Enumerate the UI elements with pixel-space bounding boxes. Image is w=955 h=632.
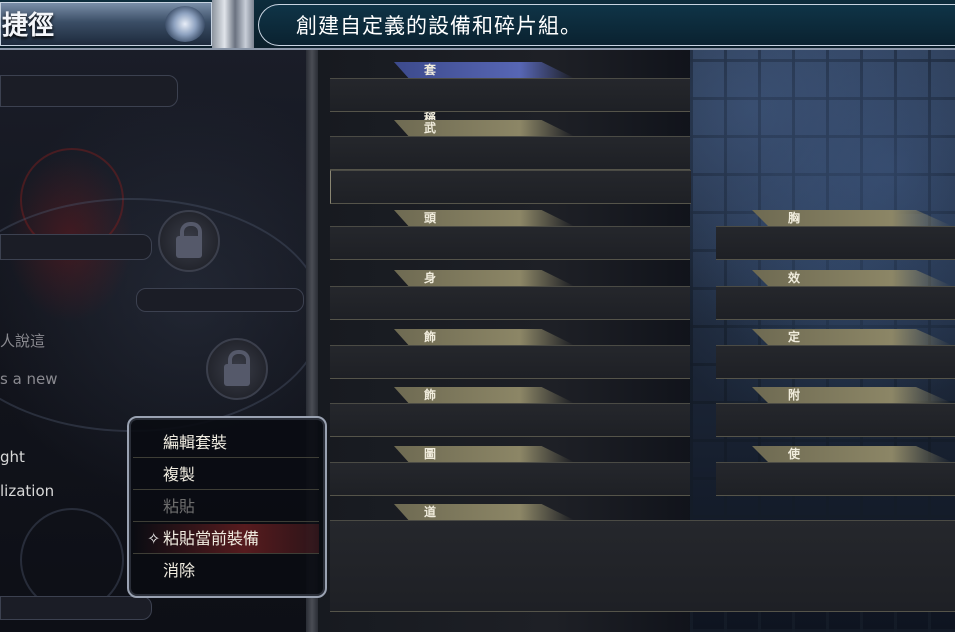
pillar-ornament	[212, 0, 254, 48]
menu-item-clear[interactable]: 消除	[133, 556, 319, 586]
menu-item-label: 粘貼當前裝備	[163, 529, 260, 548]
menu-item-label: 複製	[163, 465, 196, 484]
slot-field[interactable]	[330, 345, 690, 379]
locked-slot-1	[158, 210, 220, 272]
menu-item-edit-set[interactable]: 編輯套裝	[133, 428, 319, 458]
left-text-1: 人說這	[0, 332, 46, 350]
page-title: 捷徑	[2, 11, 55, 41]
slot-field[interactable]	[716, 345, 955, 379]
slot-field[interactable]	[330, 403, 690, 437]
menu-item-copy[interactable]: 複製	[133, 460, 319, 490]
slot-field[interactable]	[330, 136, 690, 170]
locked-slot-2	[206, 338, 268, 400]
slot-field[interactable]	[716, 462, 955, 496]
left-name-bar	[0, 75, 178, 107]
rose-emblem-icon	[165, 6, 205, 42]
left-text-2: s a new	[0, 370, 58, 388]
menu-item-paste[interactable]: 粘貼	[133, 492, 319, 522]
slot-field[interactable]	[716, 403, 955, 437]
slot-field[interactable]	[330, 226, 690, 260]
slot-field[interactable]	[330, 286, 690, 320]
header-description: 創建自定義的設備和碎片組。	[296, 14, 582, 38]
left-bottom-bar	[0, 596, 152, 620]
menu-item-label: 粘貼	[163, 497, 196, 516]
slot-field[interactable]	[716, 226, 955, 260]
slot-field-secondary[interactable]	[330, 170, 691, 204]
selection-cursor-icon: ✧	[147, 529, 161, 548]
slot-field[interactable]	[330, 462, 690, 496]
left-info-bar-2	[136, 288, 304, 312]
left-info-bar	[0, 234, 152, 260]
slot-field[interactable]	[716, 286, 955, 320]
context-menu: 編輯套裝 複製 粘貼 ✧ 粘貼當前裝備 消除	[127, 416, 327, 598]
header-bar: 捷徑 創建自定義的設備和碎片組。	[0, 0, 955, 50]
menu-item-paste-current-equipment[interactable]: ✧ 粘貼當前裝備	[133, 524, 319, 554]
left-text-3: ght	[0, 448, 25, 466]
slot-field[interactable]	[330, 520, 955, 612]
menu-item-label: 消除	[163, 561, 196, 580]
slot-field[interactable]	[330, 78, 690, 112]
left-text-4: lization	[0, 482, 55, 500]
menu-item-label: 編輯套裝	[163, 433, 228, 452]
